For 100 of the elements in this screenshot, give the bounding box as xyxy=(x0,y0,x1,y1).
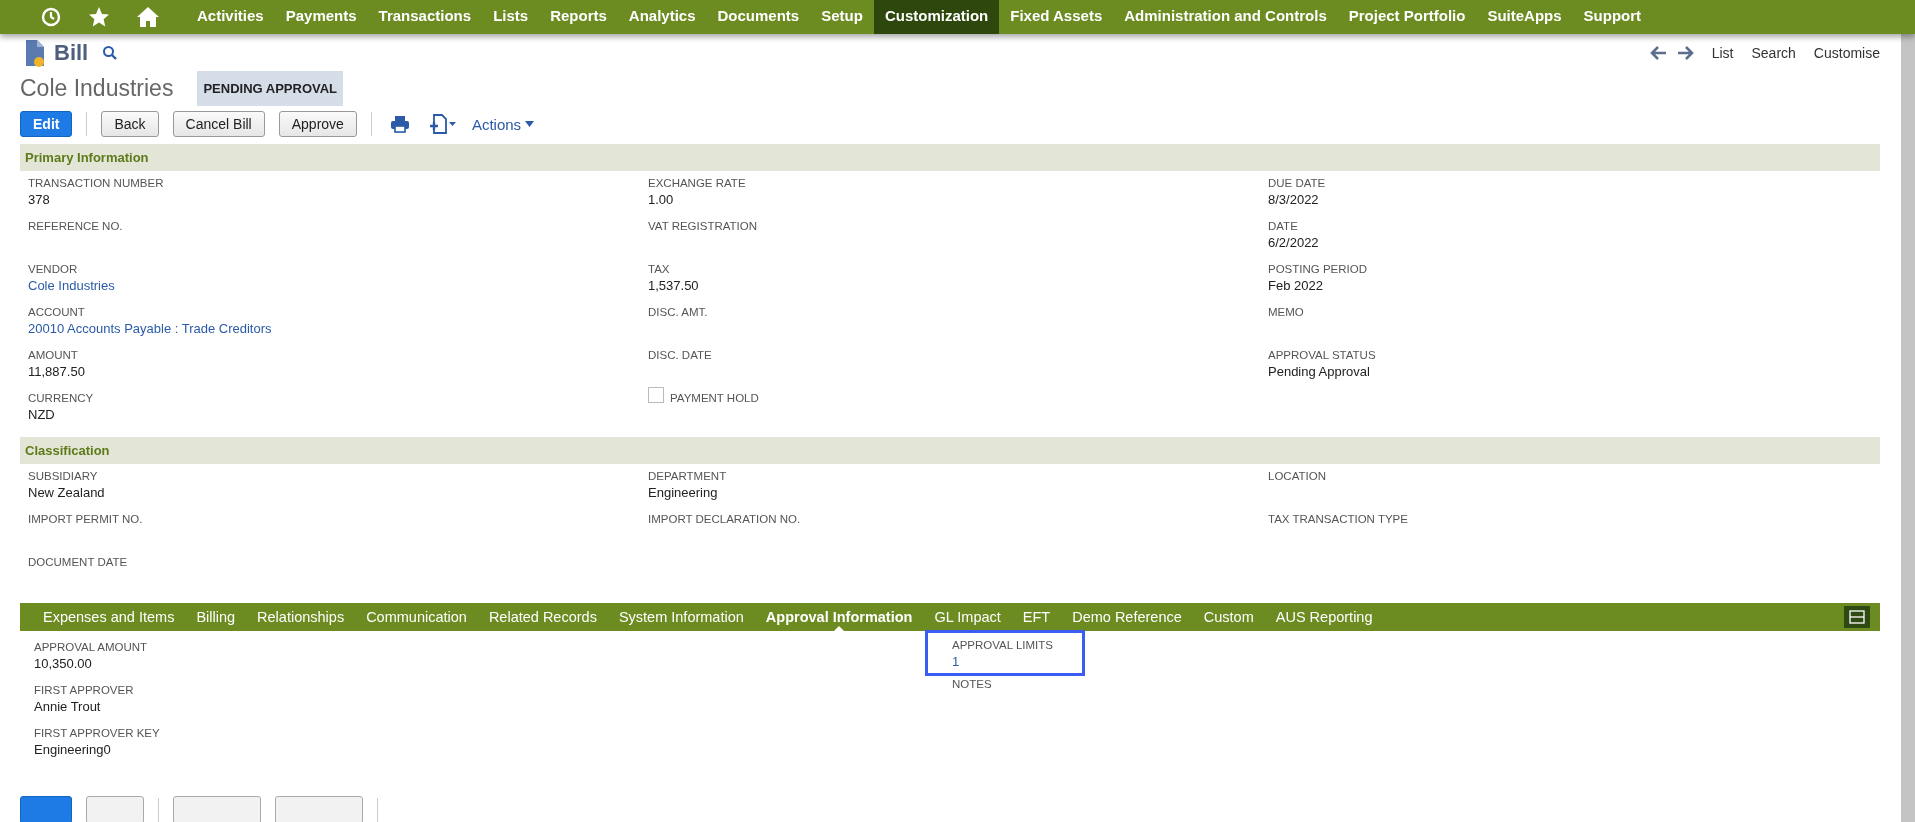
action-button[interactable]: Back xyxy=(101,111,159,137)
back-button-outline[interactable] xyxy=(86,796,144,822)
field-label: FIRST APPROVER KEY xyxy=(34,726,161,741)
print-icon[interactable] xyxy=(389,115,410,133)
checkbox[interactable] xyxy=(648,387,664,403)
actions-menu[interactable]: Actions xyxy=(471,115,535,133)
field-value: NZD xyxy=(28,406,56,423)
header-link[interactable]: List xyxy=(1711,45,1734,61)
field-value: New Zealand xyxy=(28,484,106,501)
field-label: DOCUMENT DATE xyxy=(28,555,129,570)
history-icon[interactable] xyxy=(40,6,62,28)
nav-menu-item[interactable]: Support xyxy=(1572,0,1653,34)
star-icon[interactable] xyxy=(88,6,110,28)
field-label: FIRST APPROVER xyxy=(34,683,135,698)
cancel-button-outline[interactable] xyxy=(173,796,261,822)
layout-toggle-icon[interactable] xyxy=(1844,606,1870,628)
field-label: DATE xyxy=(1268,219,1299,234)
field-value: Engineering0 xyxy=(34,741,112,758)
field-label: DISC. AMT. xyxy=(648,305,709,320)
home-icon[interactable] xyxy=(136,6,160,28)
subtab[interactable]: GL Impact xyxy=(923,603,1012,631)
new-document-dropdown-icon[interactable] xyxy=(427,114,458,134)
field-label: PAYMENT HOLD xyxy=(670,391,759,406)
field-label: DISC. DATE xyxy=(648,348,713,363)
nav-menu-item[interactable]: SuiteApps xyxy=(1476,0,1573,34)
field-label: TRANSACTION NUMBER xyxy=(28,176,165,191)
nav-menu-item[interactable]: Documents xyxy=(706,0,811,34)
subtab[interactable]: System Information xyxy=(607,603,755,631)
field-label: DUE DATE xyxy=(1268,176,1327,191)
field-value: 378 xyxy=(28,191,51,208)
field-value: 11,887.50 xyxy=(28,363,86,380)
field-value: 10,350.00 xyxy=(34,655,93,672)
subtab[interactable]: Communication xyxy=(355,603,478,631)
field-label: POSTING PERIOD xyxy=(1268,262,1369,277)
field-value: Pending Approval xyxy=(1268,363,1371,380)
field-label: CURRENCY xyxy=(28,391,95,406)
nav-menu-item[interactable]: Reports xyxy=(539,0,618,34)
field-link[interactable]: Cole Industries xyxy=(28,277,648,294)
document-icon xyxy=(24,38,46,68)
nav-menu-item[interactable]: Transactions xyxy=(367,0,483,34)
nav-menu-item[interactable]: Customization xyxy=(873,0,1000,34)
field-label: NOTES xyxy=(952,677,993,692)
section-header: Primary Information xyxy=(20,144,1880,171)
subtab[interactable]: Custom xyxy=(1192,603,1265,631)
field-label: APPROVAL STATUS xyxy=(1268,348,1377,363)
nav-menu-item[interactable]: Lists xyxy=(482,0,540,34)
field-label: MEMO xyxy=(1268,305,1305,320)
field-label: EXCHANGE RATE xyxy=(648,176,747,191)
subtab[interactable]: Billing xyxy=(185,603,247,631)
subtab[interactable]: AUS Reporting xyxy=(1264,603,1384,631)
field-value: 1.00 xyxy=(648,191,675,208)
field-value: Feb 2022 xyxy=(1268,277,1324,294)
nav-menu-item[interactable]: Fixed Assets xyxy=(999,0,1114,34)
field-label: DEPARTMENT xyxy=(648,469,728,484)
forward-arrow-icon[interactable] xyxy=(1675,45,1694,61)
subtab[interactable]: Approval Information xyxy=(754,603,924,631)
field-label: IMPORT PERMIT NO. xyxy=(28,512,144,527)
subtab[interactable]: Demo Reference xyxy=(1061,603,1193,631)
field-label: SUBSIDIARY xyxy=(28,469,99,484)
nav-menu-item[interactable]: Project Portfolio xyxy=(1337,0,1477,34)
back-arrow-icon[interactable] xyxy=(1649,45,1668,61)
field-value: 1,537.50 xyxy=(648,277,700,294)
field-label: VENDOR xyxy=(28,262,79,277)
subtab[interactable]: EFT xyxy=(1011,603,1062,631)
search-icon[interactable] xyxy=(102,45,119,61)
field-link[interactable]: 1 xyxy=(952,653,1082,670)
nav-menu-item[interactable]: Payments xyxy=(274,0,368,34)
action-button[interactable]: Edit xyxy=(20,111,73,137)
nav-menu-item[interactable]: Setup xyxy=(810,0,874,34)
header-link[interactable]: Customise xyxy=(1813,45,1880,61)
field-label: IMPORT DECLARATION NO. xyxy=(648,512,802,527)
field-value: Engineering xyxy=(648,484,719,501)
scrollbar[interactable] xyxy=(1901,34,1915,822)
subtab[interactable]: Expenses and Items xyxy=(32,603,186,631)
record-title: Cole Industries xyxy=(20,74,174,102)
field-label: APPROVAL LIMITS xyxy=(952,638,1054,653)
subtab[interactable]: Related Records xyxy=(477,603,608,631)
field-label: LOCATION xyxy=(1268,469,1327,484)
subtab[interactable]: Relationships xyxy=(246,603,356,631)
field-label: APPROVAL AMOUNT xyxy=(34,640,149,655)
approve-button-outline[interactable] xyxy=(275,796,363,822)
field-label: AMOUNT xyxy=(28,348,79,363)
nav-menu-item[interactable]: Analytics xyxy=(617,0,707,34)
field-value: Annie Trout xyxy=(34,698,102,715)
field-value: 8/3/2022 xyxy=(1268,191,1320,208)
nav-menu-item[interactable]: Activities xyxy=(186,0,275,34)
caret-icon[interactable] xyxy=(525,121,535,127)
field-label: TAX xyxy=(648,262,671,277)
field-label: ACCOUNT xyxy=(28,305,86,320)
field-value: 6/2/2022 xyxy=(1268,234,1320,251)
field-label: TAX TRANSACTION TYPE xyxy=(1268,512,1409,527)
header-link[interactable]: Search xyxy=(1751,45,1796,61)
action-button[interactable]: Approve xyxy=(278,111,357,137)
section-header: Classification xyxy=(20,437,1880,464)
nav-menu-item[interactable]: Administration and Controls xyxy=(1113,0,1338,34)
action-button[interactable]: Cancel Bill xyxy=(172,111,265,137)
field-label: REFERENCE NO. xyxy=(28,219,124,234)
status-badge: PENDING APPROVAL xyxy=(197,70,344,106)
field-link[interactable]: 20010 Accounts Payable : Trade Creditors xyxy=(28,320,648,337)
field-label: VAT REGISTRATION xyxy=(648,219,759,234)
